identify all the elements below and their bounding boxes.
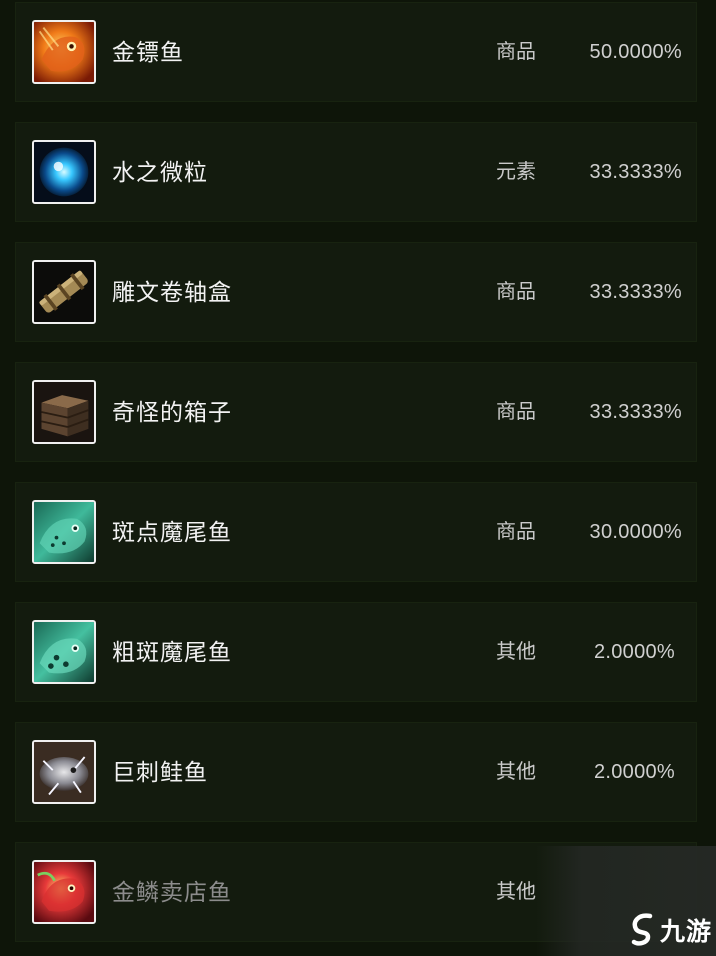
coarse-spotted-fish-icon	[32, 620, 96, 684]
item-name: 水之微粒	[112, 159, 208, 185]
loot-row[interactable]: 奇怪的箱子 商品 33.3333%	[15, 362, 697, 462]
item-type: 其他	[496, 641, 536, 663]
scroll-case-icon	[32, 260, 96, 324]
item-type: 其他	[496, 881, 536, 903]
loot-table-page: 金镖鱼 商品 50.0000% 水之微粒 元素 33.3333% 雕文卷轴盒 商…	[0, 0, 716, 956]
item-name: 粗斑魔尾鱼	[112, 639, 232, 665]
drop-chance: 33.3333%	[589, 281, 682, 303]
wooden-crate-icon	[32, 380, 96, 444]
drop-chance: 33.3333%	[589, 401, 682, 423]
item-type: 商品	[496, 521, 536, 543]
item-name: 奇怪的箱子	[112, 399, 232, 425]
item-name: 金鳞卖店鱼	[112, 879, 232, 905]
red-fish-icon	[32, 860, 96, 924]
drop-chance: 33.3333%	[589, 161, 682, 183]
watermark: 九游	[628, 910, 712, 950]
item-name: 雕文卷轴盒	[112, 279, 232, 305]
loot-row[interactable]: 水之微粒 元素 33.3333%	[15, 122, 697, 222]
loot-row[interactable]: 巨刺鲑鱼 其他 2.0000%	[15, 722, 697, 822]
drop-chance: 50.0000%	[589, 41, 682, 63]
item-type: 商品	[496, 281, 536, 303]
ninegame-logo-icon	[631, 913, 653, 946]
loot-row[interactable]: 斑点魔尾鱼 商品 30.0000%	[15, 482, 697, 582]
loot-row[interactable]: 金鳞卖店鱼 其他	[15, 842, 697, 942]
item-name: 金镖鱼	[112, 39, 184, 65]
loot-row[interactable]: 粗斑魔尾鱼 其他 2.0000%	[15, 602, 697, 702]
drop-chance: 2.0000%	[593, 641, 675, 663]
watermark-text: 九游	[659, 917, 712, 946]
item-name: 斑点魔尾鱼	[112, 519, 232, 545]
item-name: 巨刺鲑鱼	[112, 759, 208, 785]
spotted-fish-icon	[32, 500, 96, 564]
item-type: 商品	[496, 41, 536, 63]
drop-chance: 2.0000%	[593, 761, 675, 783]
item-type: 元素	[496, 161, 536, 183]
spiny-salmon-icon	[32, 740, 96, 804]
drop-chance: 30.0000%	[589, 521, 682, 543]
golden-fish-icon	[32, 20, 96, 84]
loot-row[interactable]: 金镖鱼 商品 50.0000%	[15, 2, 697, 102]
item-type: 其他	[496, 761, 536, 783]
water-mote-icon	[32, 140, 96, 204]
loot-row[interactable]: 雕文卷轴盒 商品 33.3333%	[15, 242, 697, 342]
item-type: 商品	[496, 401, 536, 423]
